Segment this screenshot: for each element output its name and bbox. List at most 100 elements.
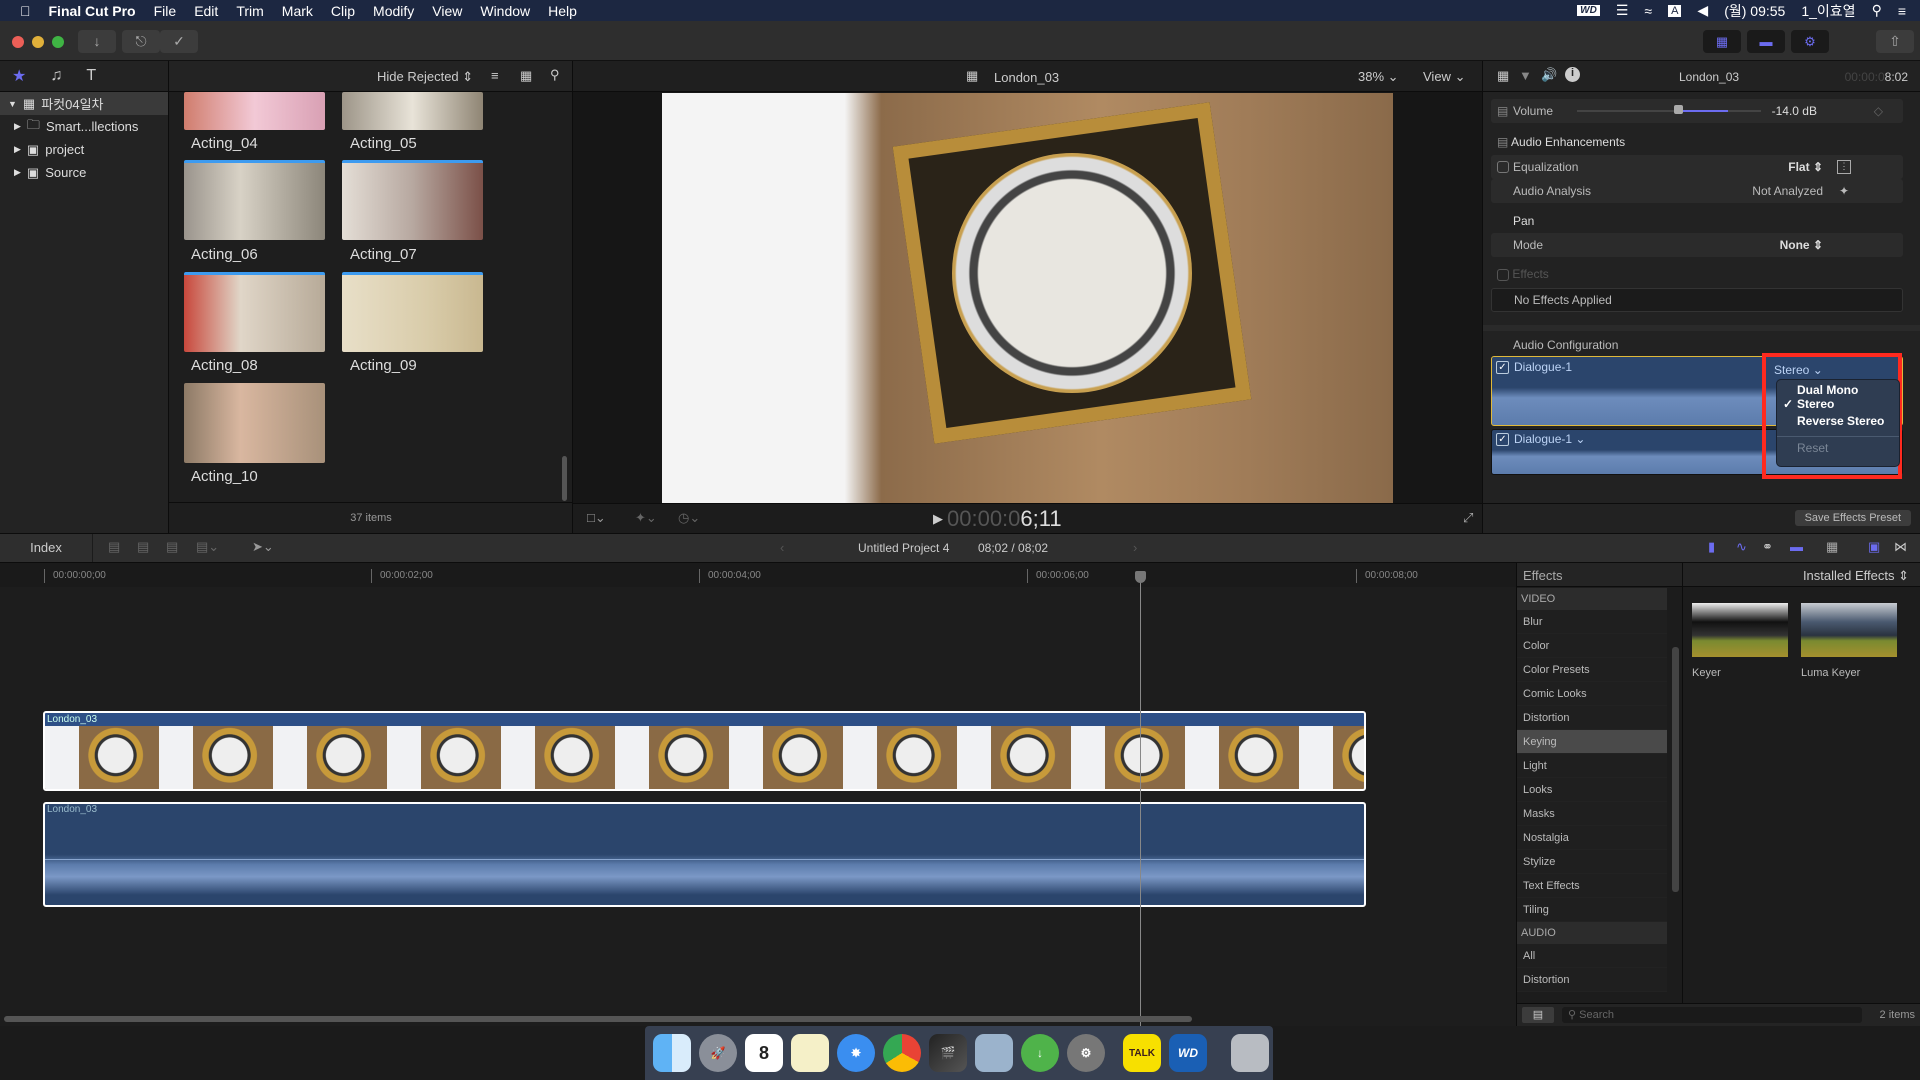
- wifi-icon[interactable]: ≈: [1644, 3, 1652, 19]
- zoom-dropdown[interactable]: 38% ⌄: [1358, 69, 1399, 85]
- menu-clip[interactable]: Clip: [322, 3, 364, 19]
- skimming-icon[interactable]: ▮: [1708, 539, 1715, 555]
- eq-graph-icon[interactable]: ⋮: [1837, 160, 1851, 174]
- video-inspector-tab[interactable]: ▦: [1497, 68, 1509, 84]
- minimize-window-button[interactable]: [32, 36, 44, 48]
- timeline-scrollbar[interactable]: [4, 1016, 1192, 1022]
- section-collapse-icon[interactable]: ▤: [1497, 135, 1508, 149]
- effects-category-looks[interactable]: Looks: [1517, 778, 1667, 802]
- disclosure-right-icon[interactable]: ▶: [14, 121, 21, 132]
- disclosure-right-icon[interactable]: ▶: [14, 144, 21, 155]
- hide-rejected-dropdown[interactable]: Hide Rejected ⇕: [377, 69, 473, 85]
- spotlight-icon[interactable]: ⚲: [1872, 2, 1882, 19]
- background-tasks-button[interactable]: ✓: [160, 30, 198, 53]
- effect-thumbnail-keyer[interactable]: [1692, 603, 1788, 657]
- playhead-handle[interactable]: [1135, 571, 1146, 583]
- fullscreen-icon[interactable]: ⤢: [1463, 510, 1473, 526]
- transitions-browser-icon[interactable]: ⋈: [1894, 539, 1907, 555]
- share-button[interactable]: ⇧: [1876, 30, 1914, 53]
- clip-thumbnail-acting-06[interactable]: [184, 160, 325, 240]
- pan-mode-dropdown[interactable]: None ⇕: [1780, 238, 1823, 252]
- search-icon[interactable]: ⚲: [550, 67, 560, 83]
- audio-inspector-tab[interactable]: 🔊: [1541, 67, 1557, 83]
- effects-category-comic-looks[interactable]: Comic Looks: [1517, 682, 1667, 706]
- volume-line[interactable]: [45, 859, 1364, 860]
- play-button[interactable]: ▶: [933, 511, 943, 527]
- audio-category-distortion[interactable]: Distortion: [1517, 968, 1667, 992]
- dock-preview-icon[interactable]: [975, 1034, 1013, 1072]
- solo-headphones-icon[interactable]: ⚭: [1762, 539, 1773, 555]
- enhance-icon[interactable]: ✦⌄: [635, 510, 657, 526]
- dock-safari-icon[interactable]: ✸: [837, 1034, 875, 1072]
- menu-option-reverse-stereo[interactable]: Reverse Stereo: [1777, 414, 1899, 431]
- library-item[interactable]: ▼ ▦ 파컷04일차: [0, 92, 168, 115]
- effects-category-light[interactable]: Light: [1517, 754, 1667, 778]
- clip-thumbnail-acting-08[interactable]: [184, 272, 325, 352]
- dock-chrome-icon[interactable]: [883, 1034, 921, 1072]
- menu-option-stereo[interactable]: ✓ Stereo: [1777, 397, 1899, 414]
- channel-checkbox[interactable]: ✓: [1496, 361, 1509, 374]
- effects-category-blur[interactable]: Blur: [1517, 610, 1667, 634]
- select-tool-icon[interactable]: ➤⌄: [252, 539, 274, 555]
- dock-download-icon[interactable]: ↓: [1021, 1034, 1059, 1072]
- show-browser-button[interactable]: ▦: [1703, 30, 1741, 53]
- info-inspector-tab[interactable]: i: [1565, 67, 1580, 82]
- effects-category-stylize[interactable]: Stylize: [1517, 850, 1667, 874]
- save-effects-preset-button[interactable]: Save Effects Preset: [1794, 510, 1911, 526]
- sidebar-item-smart-collections[interactable]: ▶ 🗀 Smart...llections: [0, 115, 168, 138]
- titles-generators-icon[interactable]: T: [86, 67, 96, 85]
- audio-skimming-icon[interactable]: ∿: [1736, 539, 1747, 555]
- clip-thumbnail-acting-07[interactable]: [342, 160, 483, 240]
- snapping-icon[interactable]: ▬: [1790, 539, 1803, 554]
- dock-notes-icon[interactable]: [791, 1034, 829, 1072]
- drive-icon[interactable]: ☰: [1616, 2, 1629, 19]
- menu-window[interactable]: Window: [471, 3, 539, 19]
- dock-calendar-icon[interactable]: 8: [745, 1034, 783, 1072]
- back-arrow-icon[interactable]: ‹: [780, 540, 784, 555]
- sidebar-item-project[interactable]: ▶ ▣ project: [0, 138, 168, 161]
- channel-checkbox[interactable]: ✓: [1496, 433, 1509, 446]
- connect-clip-icon[interactable]: ▤: [108, 539, 120, 555]
- menu-view[interactable]: View: [423, 3, 471, 19]
- disclosure-down-icon[interactable]: ▼: [8, 99, 17, 109]
- video-clip[interactable]: London_03: [43, 711, 1366, 791]
- effects-checkbox[interactable]: [1497, 268, 1509, 281]
- dock-finder-icon[interactable]: [653, 1034, 691, 1072]
- insert-clip-icon[interactable]: ▤: [137, 539, 149, 555]
- menu-modify[interactable]: Modify: [364, 3, 423, 19]
- effects-category-keying[interactable]: Keying: [1517, 730, 1667, 754]
- effects-category-nostalgia[interactable]: Nostalgia: [1517, 826, 1667, 850]
- effects-category-color-presets[interactable]: Color Presets: [1517, 658, 1667, 682]
- magic-wand-icon[interactable]: ✦: [1839, 184, 1849, 198]
- clip-thumbnail-acting-10[interactable]: [184, 383, 325, 463]
- speed-icon[interactable]: ◷⌄: [678, 510, 700, 526]
- menu-option-reset[interactable]: Reset: [1777, 441, 1899, 455]
- close-window-button[interactable]: [12, 36, 24, 48]
- append-clip-icon[interactable]: ▤: [166, 539, 178, 555]
- menu-user[interactable]: 1_이효열: [1801, 1, 1855, 21]
- menu-edit[interactable]: Edit: [185, 3, 227, 19]
- menu-help[interactable]: Help: [539, 3, 586, 19]
- dock-system-preferences-icon[interactable]: ⚙: [1067, 1034, 1105, 1072]
- volume-value[interactable]: -14.0 dB: [1772, 104, 1817, 118]
- keyframe-icon[interactable]: ◇: [1874, 104, 1883, 118]
- menu-option-dual-mono[interactable]: Dual Mono: [1777, 380, 1899, 397]
- overwrite-clip-icon[interactable]: ▤⌄: [196, 539, 219, 555]
- playhead[interactable]: [1140, 571, 1141, 1026]
- show-inspector-button[interactable]: ⚙: [1791, 30, 1829, 53]
- menu-file[interactable]: File: [145, 3, 186, 19]
- equalization-dropdown[interactable]: Flat ⇕: [1788, 160, 1823, 174]
- timeline[interactable]: 00:00:00;00 00:00:02;00 00:00:04;00 00:0…: [0, 563, 1516, 1026]
- volume-slider-knob[interactable]: [1674, 105, 1684, 114]
- effects-browser-icon[interactable]: ▣: [1868, 539, 1880, 555]
- clip-thumbnail-acting-09[interactable]: [342, 272, 483, 352]
- disclosure-right-icon[interactable]: ▶: [14, 167, 21, 178]
- menu-mark[interactable]: Mark: [273, 3, 322, 19]
- sidebar-item-source[interactable]: ▶ ▣ Source: [0, 161, 168, 184]
- audio-clip[interactable]: London_03: [43, 802, 1366, 907]
- category-scrollbar[interactable]: [1672, 647, 1679, 892]
- list-view-icon[interactable]: ≡: [491, 68, 499, 83]
- clip-thumbnail-acting-05[interactable]: [342, 92, 483, 130]
- wd-icon[interactable]: WD: [1577, 5, 1600, 16]
- effects-category-masks[interactable]: Masks: [1517, 802, 1667, 826]
